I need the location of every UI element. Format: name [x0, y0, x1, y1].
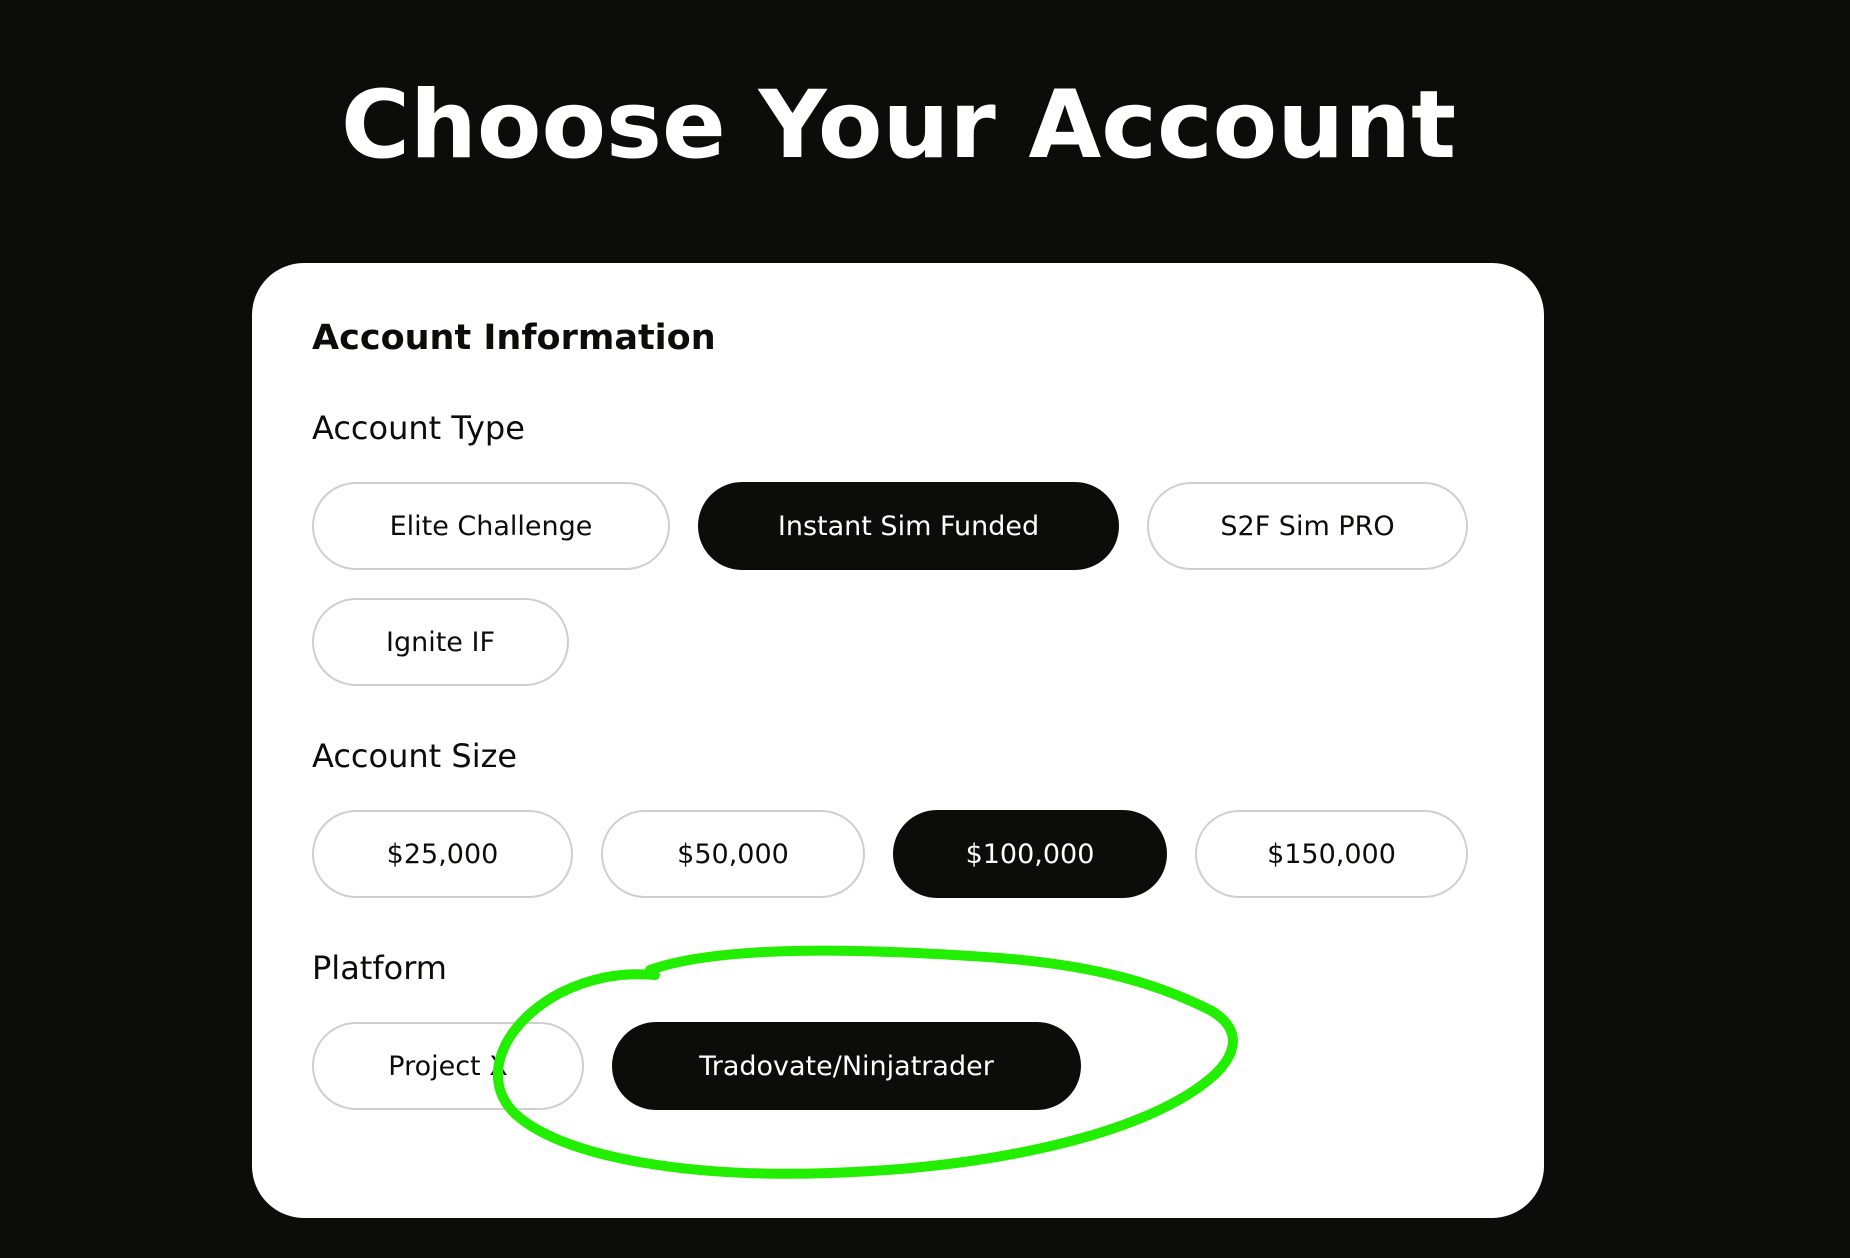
- option-elite-challenge[interactable]: Elite Challenge: [312, 482, 670, 570]
- account-size-label: Account Size: [312, 737, 518, 775]
- option-label: Project X: [388, 1050, 508, 1082]
- option-size-150000[interactable]: $150,000: [1195, 810, 1468, 898]
- platform-label: Platform: [312, 949, 447, 987]
- option-size-100000[interactable]: $100,000: [893, 810, 1167, 898]
- option-label: Instant Sim Funded: [777, 510, 1040, 542]
- option-tradovate-ninjatrader[interactable]: Tradovate/Ninjatrader: [612, 1022, 1081, 1110]
- option-ignite-if[interactable]: Ignite IF: [312, 598, 569, 686]
- option-label: $150,000: [1267, 838, 1396, 870]
- option-label: Tradovate/Ninjatrader: [699, 1050, 994, 1082]
- option-instant-sim-funded[interactable]: Instant Sim Funded: [698, 482, 1119, 570]
- option-size-50000[interactable]: $50,000: [601, 810, 865, 898]
- option-project-x[interactable]: Project X: [312, 1022, 584, 1110]
- option-label: $100,000: [965, 838, 1095, 870]
- option-size-25000[interactable]: $25,000: [312, 810, 573, 898]
- account-information-card: Account Information Account Type Elite C…: [252, 263, 1544, 1218]
- option-label: Ignite IF: [386, 626, 495, 658]
- option-label: S2F Sim PRO: [1220, 510, 1395, 542]
- account-type-label: Account Type: [312, 409, 525, 447]
- option-label: $50,000: [677, 838, 789, 870]
- account-information-heading: Account Information: [312, 318, 716, 358]
- page-title: Choose Your Account: [340, 71, 1457, 180]
- option-label: Elite Challenge: [389, 510, 593, 542]
- option-s2f-sim-pro[interactable]: S2F Sim PRO: [1147, 482, 1468, 570]
- option-label: $25,000: [386, 838, 499, 870]
